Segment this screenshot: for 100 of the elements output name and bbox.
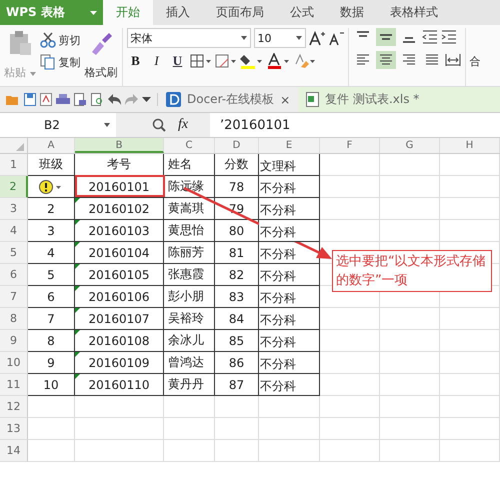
menu-tab[interactable]: 表格样式: [377, 0, 451, 25]
font-color-icon[interactable]: [266, 53, 290, 69]
table-cell: 6: [28, 286, 75, 308]
column-header[interactable]: H: [440, 138, 500, 153]
row-header[interactable]: 4: [0, 220, 28, 242]
bold-button[interactable]: B: [126, 53, 144, 69]
row-header[interactable]: 13: [0, 418, 28, 440]
menu-tab[interactable]: 开始: [103, 0, 153, 25]
row-header[interactable]: 14: [0, 440, 28, 462]
row-header[interactable]: 10: [0, 352, 28, 374]
table-cell: 84: [215, 308, 259, 330]
align-lines-icon: [378, 54, 392, 66]
table-cell: [320, 220, 380, 242]
italic-button[interactable]: I: [148, 53, 166, 69]
horizontal-align-button[interactable]: [376, 51, 396, 69]
close-tab-button[interactable]: ×: [280, 92, 290, 106]
row-header[interactable]: 8: [0, 308, 28, 330]
copy-button[interactable]: 复制: [58, 54, 80, 70]
name-box[interactable]: B2: [0, 113, 116, 137]
font-size-dropdown[interactable]: 10: [254, 28, 306, 48]
table-cell: [28, 396, 75, 418]
table-cell: 20160101: [75, 176, 164, 198]
align-lines-icon: [402, 54, 416, 66]
table-cell: [320, 308, 380, 330]
table-cell: 82: [215, 264, 259, 286]
caret-icon: [104, 123, 110, 127]
table-cell: 4: [28, 242, 75, 264]
column-header[interactable]: C: [164, 138, 215, 153]
column-header[interactable]: D: [215, 138, 259, 153]
table-cell: 不分科: [259, 286, 320, 308]
menu-tab[interactable]: 插入: [153, 0, 203, 25]
paste-button[interactable]: 粘贴: [4, 65, 36, 80]
app-menu-button[interactable]: WPS 表格: [0, 0, 103, 25]
table-cell: 9: [28, 352, 75, 374]
table-cell: 黄思怡: [164, 220, 215, 242]
table-cell: [320, 440, 380, 462]
borders-icon[interactable]: [190, 54, 212, 68]
table-cell: [320, 176, 380, 198]
print-icon[interactable]: [56, 94, 70, 106]
table-cell: [380, 176, 440, 198]
table-cell: [164, 418, 215, 440]
row-header[interactable]: 1: [0, 154, 28, 176]
document-tab[interactable]: 复件 测试表.xls *: [298, 87, 500, 112]
row-header[interactable]: 9: [0, 330, 28, 352]
table-cell: [380, 198, 440, 220]
merge-button[interactable]: 合: [470, 28, 480, 86]
pdf-icon[interactable]: [40, 93, 52, 106]
document-tab[interactable]: Docer-在线模板 ×: [158, 87, 298, 112]
indent-decrease-icon[interactable]: [422, 30, 438, 44]
cut-button[interactable]: 剪切: [58, 32, 80, 48]
preview-icon[interactable]: [91, 93, 104, 106]
docer-logo-icon: [166, 92, 181, 107]
cell-style-icon[interactable]: [214, 54, 236, 68]
grow-font-icon[interactable]: [308, 30, 324, 46]
table-cell: [380, 374, 440, 396]
error-warning-button[interactable]: [39, 180, 63, 194]
caret-icon: [296, 36, 302, 40]
fill-color-icon[interactable]: [240, 53, 264, 69]
table-cell: [440, 198, 500, 220]
distribute-icon[interactable]: [444, 53, 460, 67]
scissors-icon: [40, 32, 56, 48]
table-cell: [440, 418, 500, 440]
format-painter-button[interactable]: 格式刷: [84, 65, 118, 80]
align-lines-icon: [378, 34, 392, 40]
row-header[interactable]: 6: [0, 264, 28, 286]
caret-icon: [90, 10, 97, 14]
menu-tab[interactable]: 公式: [277, 0, 327, 25]
font-name-dropdown[interactable]: 宋体: [126, 28, 250, 48]
print-preview-icon[interactable]: [74, 93, 87, 106]
paste-icon: [8, 30, 32, 56]
table-cell: [320, 198, 380, 220]
shrink-font-icon[interactable]: [328, 30, 344, 46]
row-header[interactable]: 5: [0, 242, 28, 264]
caret-icon: [30, 72, 36, 76]
dropdown-icon[interactable]: [142, 97, 151, 102]
indent-increase-icon[interactable]: [440, 30, 456, 44]
formula-input[interactable]: ’20160101: [210, 113, 500, 137]
row-header[interactable]: 7: [0, 286, 28, 308]
undo-icon[interactable]: [108, 94, 121, 105]
menu-tab[interactable]: 页面布局: [203, 0, 277, 25]
function-button[interactable]: fx: [178, 117, 188, 133]
column-header[interactable]: G: [380, 138, 440, 153]
table-cell: [320, 374, 380, 396]
vertical-align-button[interactable]: [376, 28, 396, 46]
menu-tab[interactable]: 数据: [327, 0, 377, 25]
table-cell: [215, 418, 259, 440]
table-cell: [320, 418, 380, 440]
row-header[interactable]: 11: [0, 374, 28, 396]
table-cell: [164, 396, 215, 418]
row-header[interactable]: 2: [0, 176, 28, 198]
zoom-icon[interactable]: [152, 118, 166, 132]
column-header[interactable]: B: [75, 138, 164, 153]
table-cell: [380, 154, 440, 176]
row-header[interactable]: 12: [0, 396, 28, 418]
table-cell: [259, 396, 320, 418]
column-header[interactable]: E: [259, 138, 320, 153]
column-header[interactable]: F: [320, 138, 380, 153]
underline-button[interactable]: U: [168, 53, 186, 69]
row-header[interactable]: 3: [0, 198, 28, 220]
save-icon[interactable]: [24, 93, 36, 106]
